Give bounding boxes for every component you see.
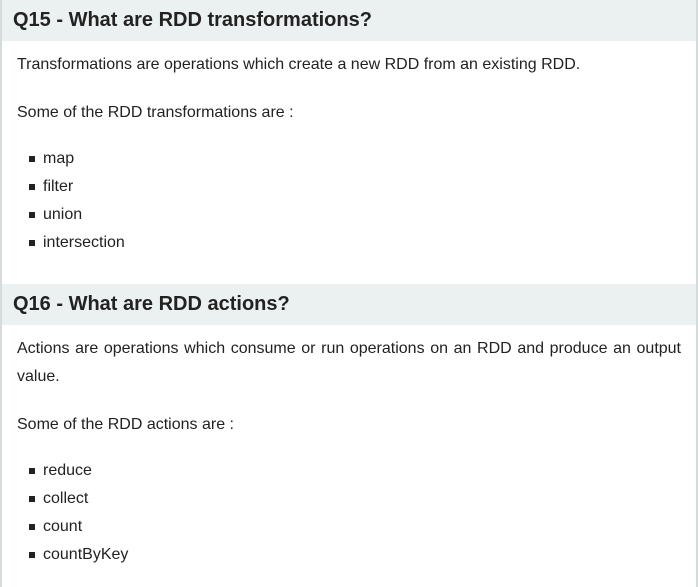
list-item-label: count: [43, 518, 83, 535]
list-item: reduce: [29, 457, 681, 485]
list-item: union: [29, 201, 681, 229]
list-item-label: filter: [43, 178, 74, 195]
bullet-icon: [29, 240, 35, 246]
list-item: filter: [29, 173, 681, 201]
list-item: countByKey: [29, 541, 681, 569]
bullet-icon: [29, 184, 35, 190]
question-q16-section: Q16 - What are RDD actions? Actions are …: [2, 284, 696, 587]
list-item-label: map: [43, 150, 75, 167]
list-item: count: [29, 513, 681, 541]
transformations-list: map filter union intersection: [17, 145, 681, 257]
list-item: collect: [29, 485, 681, 513]
answer-paragraph: Some of the RDD transformations are :: [17, 104, 294, 121]
bullet-icon: [29, 212, 35, 218]
question-header: Q16 - What are RDD actions?: [2, 284, 696, 325]
answer-paragraph: Some of the RDD actions are :: [17, 416, 234, 433]
answer-body: Transformations are operations which cre…: [2, 51, 696, 257]
bullet-icon: [29, 552, 35, 558]
list-item-label: countByKey: [43, 546, 129, 563]
answer-paragraph: Transformations are operations which cre…: [17, 56, 581, 73]
list-item: map: [29, 145, 681, 173]
actions-list: reduce collect count countByKey: [17, 457, 681, 569]
list-item-label: intersection: [43, 234, 125, 251]
answer-body: Actions are operations which consume or …: [2, 335, 696, 569]
list-item-label: reduce: [43, 462, 92, 479]
bullet-icon: [29, 468, 35, 474]
answer-paragraph: Actions are operations which consume or …: [17, 340, 681, 385]
bullet-icon: [29, 524, 35, 530]
question-header: Q15 - What are RDD transformations?: [2, 0, 696, 41]
bullet-icon: [29, 496, 35, 502]
list-item: intersection: [29, 229, 681, 257]
question-title: Q16 - What are RDD actions?: [13, 293, 290, 315]
bullet-icon: [29, 156, 35, 162]
list-item-label: union: [43, 206, 83, 223]
page: Q15 - What are RDD transformations? Tran…: [0, 0, 698, 587]
question-title: Q15 - What are RDD transformations?: [13, 9, 372, 31]
list-item-label: collect: [43, 490, 89, 507]
question-q15-section: Q15 - What are RDD transformations? Tran…: [2, 0, 696, 284]
